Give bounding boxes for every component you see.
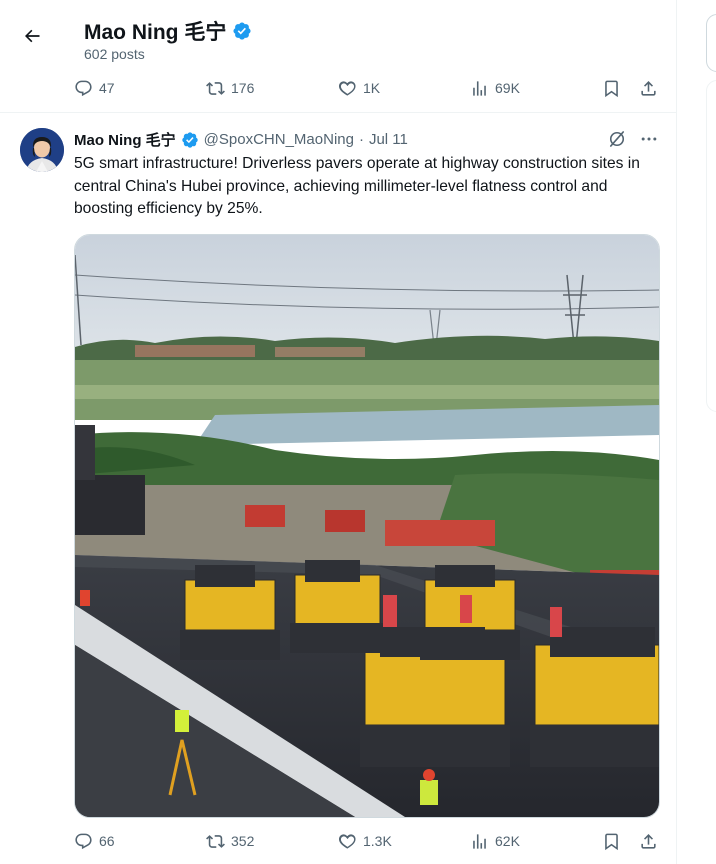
tweet-end-actions bbox=[602, 832, 658, 851]
repost-icon bbox=[206, 81, 225, 95]
bookmark-icon[interactable] bbox=[602, 832, 621, 851]
grok-icon[interactable] bbox=[607, 129, 627, 149]
views-button[interactable]: 62K bbox=[470, 832, 590, 851]
views-count: 62K bbox=[495, 833, 520, 849]
like-count: 1.3K bbox=[363, 833, 392, 849]
back-arrow-icon bbox=[25, 29, 40, 43]
repost-icon bbox=[206, 834, 225, 848]
share-icon[interactable] bbox=[639, 832, 658, 851]
like-button[interactable]: 1K bbox=[338, 79, 458, 98]
tweet-text: 5G smart infrastructure! Driverless pave… bbox=[74, 155, 640, 217]
reply-count: 47 bbox=[99, 80, 115, 96]
timeline-column: Mao Ning 毛宁 602 posts 47 176 1K 69K Mao … bbox=[0, 0, 677, 864]
views-icon bbox=[473, 833, 486, 849]
sidebar-search-fragment[interactable] bbox=[706, 14, 716, 72]
like-button[interactable]: 1.3K bbox=[338, 832, 458, 851]
profile-header: Mao Ning 毛宁 602 posts bbox=[0, 0, 676, 68]
sidebar-panel-fragment bbox=[706, 80, 716, 412]
back-button[interactable] bbox=[14, 18, 50, 54]
reply-icon bbox=[75, 833, 92, 849]
tweet-divider bbox=[0, 112, 676, 113]
repost-count: 352 bbox=[231, 833, 255, 849]
repost-button[interactable]: 352 bbox=[206, 832, 326, 851]
tweet-date[interactable]: Jul 11 bbox=[369, 131, 408, 148]
repost-count: 176 bbox=[231, 80, 255, 96]
like-icon bbox=[338, 833, 356, 849]
meta-separator: · bbox=[358, 131, 364, 148]
reply-button[interactable]: 47 bbox=[74, 79, 194, 98]
verified-badge-icon bbox=[181, 131, 198, 148]
profile-name: Mao Ning 毛宁 bbox=[84, 16, 252, 46]
tweet-handle[interactable]: @SpoxCHN_MaoNing bbox=[204, 131, 354, 148]
reply-count: 66 bbox=[99, 833, 115, 849]
like-icon bbox=[338, 80, 356, 96]
profile-name-text: Mao Ning 毛宁 bbox=[84, 21, 227, 44]
reply-button[interactable]: 66 bbox=[74, 832, 194, 851]
verified-badge-icon bbox=[233, 22, 251, 40]
post-count: 602 posts bbox=[84, 46, 145, 62]
more-icon[interactable] bbox=[638, 129, 660, 149]
bookmark-icon[interactable] bbox=[602, 79, 621, 98]
views-icon bbox=[473, 80, 486, 96]
construction-photo bbox=[75, 235, 659, 817]
prev-tweet-end-actions bbox=[602, 79, 658, 98]
prev-tweet-action-bar: 47 176 1K 69K bbox=[74, 75, 658, 101]
tweet-media-image[interactable] bbox=[74, 234, 660, 818]
avatar-portrait-icon bbox=[20, 128, 64, 172]
tweet-author-name[interactable]: Mao Ning 毛宁 bbox=[74, 129, 176, 150]
reply-icon bbox=[75, 80, 92, 96]
share-icon[interactable] bbox=[639, 79, 658, 98]
tweet-header: Mao Ning 毛宁 @SpoxCHN_MaoNing · Jul 11 bbox=[74, 129, 408, 150]
views-button[interactable]: 69K bbox=[470, 79, 590, 98]
repost-button[interactable]: 176 bbox=[206, 79, 326, 98]
avatar[interactable] bbox=[20, 128, 64, 172]
like-count: 1K bbox=[363, 80, 381, 96]
tweet-action-bar: 66 352 1.3K 62K bbox=[74, 828, 658, 854]
views-count: 69K bbox=[495, 80, 520, 96]
